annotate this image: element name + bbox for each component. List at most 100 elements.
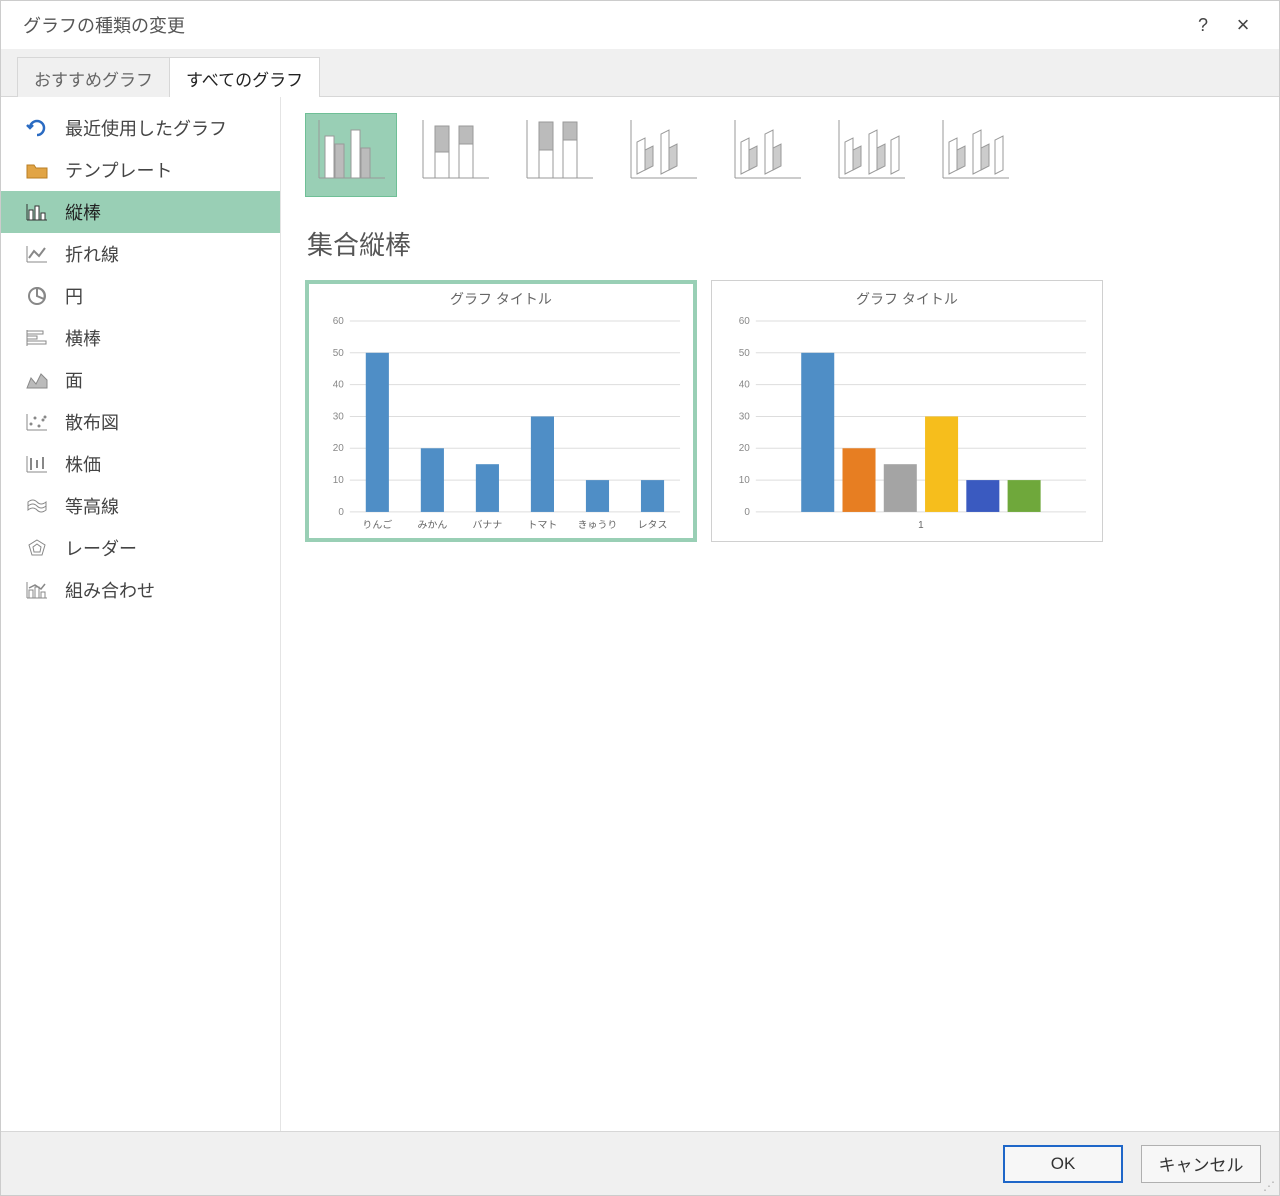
preview-title: グラフ タイトル (722, 289, 1092, 309)
svg-text:50: 50 (333, 348, 345, 359)
preview-title: グラフ タイトル (316, 289, 686, 309)
svg-text:40: 40 (739, 380, 751, 391)
area-icon (23, 366, 51, 394)
help-button[interactable]: ? (1183, 5, 1223, 45)
subtype-stacked-column[interactable] (409, 113, 501, 197)
subtype-thumb-icon (625, 116, 701, 188)
sidebar-item-label: 横棒 (65, 325, 101, 351)
svg-text:40: 40 (333, 380, 345, 391)
sidebar-item-recent[interactable]: 最近使用したグラフ (1, 107, 280, 149)
subtype-percent-stacked-column-3d[interactable] (825, 113, 917, 197)
subtype-stacked-column-3d[interactable] (721, 113, 813, 197)
subtype-clustered-column[interactable] (305, 113, 397, 197)
svg-text:10: 10 (739, 475, 751, 486)
ok-label: OK (1051, 1154, 1076, 1174)
svg-text:りんご: りんご (362, 518, 392, 531)
svg-text:バナナ: バナナ (472, 519, 502, 531)
preview-chart: 0 10 20 30 40 50 60 りんご みかん バナナ トマト きゅうり レタス (316, 313, 686, 536)
subtype-thumb-icon (417, 116, 493, 188)
folder-icon (23, 156, 51, 184)
sidebar-item-surface[interactable]: 等高線 (1, 485, 280, 527)
tabs: おすすめグラフ すべてのグラフ (1, 49, 1279, 97)
svg-text:20: 20 (739, 443, 751, 454)
line-icon (23, 240, 51, 268)
svg-text:きゅうり: きゅうり (578, 519, 618, 531)
svg-text:0: 0 (744, 507, 750, 518)
preview-row: グラフ タイトル0102030405060りんごみかんバナナトマトきゅうりレタス… (305, 280, 1255, 542)
svg-text:レタス: レタス (638, 519, 668, 531)
chart-category-sidebar: 最近使用したグラフテンプレート縦棒折れ線円横棒面散布図株価等高線レーダー組み合わ… (1, 97, 281, 1131)
sidebar-item-pie[interactable]: 円 (1, 275, 280, 317)
sidebar-item-label: レーダー (65, 535, 137, 561)
ok-button[interactable]: OK (1003, 1145, 1123, 1183)
sidebar-item-stock[interactable]: 株価 (1, 443, 280, 485)
sidebar-item-label: テンプレート (65, 157, 172, 183)
sidebar-item-label: 散布図 (65, 409, 119, 435)
sidebar-item-label: 等高線 (65, 493, 119, 519)
scatter-icon (23, 408, 51, 436)
subtype-thumbnails (305, 113, 1255, 197)
tab-label: おすすめグラフ (34, 71, 153, 90)
subtype-thumb-icon (937, 116, 1013, 188)
close-button[interactable]: × (1223, 5, 1263, 45)
svg-text:30: 30 (333, 411, 345, 422)
subtype-thumb-icon (521, 116, 597, 188)
chart-preview-0[interactable]: グラフ タイトル 0 10 20 30 40 50 60 りんご みかん バナナ トマト きゅうり レタス (305, 280, 697, 542)
bar-icon (23, 324, 51, 352)
sidebar-item-line[interactable]: 折れ線 (1, 233, 280, 275)
sidebar-item-bar[interactable]: 横棒 (1, 317, 280, 359)
subtype-thumb-icon (729, 116, 805, 188)
resize-grip-icon[interactable]: ⋰ (1263, 1179, 1277, 1193)
tab-recommended[interactable]: おすすめグラフ (17, 57, 170, 97)
tab-label: すべてのグラフ (186, 71, 303, 90)
svg-text:1: 1 (918, 520, 924, 531)
cancel-label: キャンセル (1159, 1151, 1244, 1176)
dialog-footer: OK キャンセル ⋰ (1, 1131, 1279, 1195)
sidebar-item-label: 最近使用したグラフ (65, 115, 227, 141)
svg-text:0: 0 (338, 507, 344, 518)
stock-icon (23, 450, 51, 478)
svg-text:60: 60 (333, 316, 345, 327)
undo-icon (23, 114, 51, 142)
svg-text:60: 60 (739, 316, 751, 327)
sidebar-item-area[interactable]: 面 (1, 359, 280, 401)
svg-text:50: 50 (739, 348, 751, 359)
svg-text:トマト: トマト (528, 520, 558, 531)
svg-text:20: 20 (333, 443, 345, 454)
chart-subtype-panel: 集合縦棒 グラフ タイトル0102030405060りんごみかんバナナトマトきゅ… (281, 97, 1279, 1131)
svg-text:10: 10 (333, 475, 345, 486)
window-title: グラフの種類の変更 (23, 12, 185, 38)
sidebar-item-templates[interactable]: テンプレート (1, 149, 280, 191)
close-icon: × (1237, 12, 1250, 38)
titlebar: グラフの種類の変更 ? × (1, 1, 1279, 49)
svg-text:みかん: みかん (417, 519, 447, 531)
sidebar-item-label: 縦棒 (65, 199, 101, 225)
cancel-button[interactable]: キャンセル (1141, 1145, 1261, 1183)
sidebar-item-label: 折れ線 (65, 241, 119, 267)
subtype-column-3d[interactable] (929, 113, 1021, 197)
sidebar-item-label: 株価 (65, 451, 101, 477)
tab-all-charts[interactable]: すべてのグラフ (169, 57, 320, 97)
subtype-clustered-column-3d[interactable] (617, 113, 709, 197)
sidebar-item-combo[interactable]: 組み合わせ (1, 569, 280, 611)
radar-icon (23, 534, 51, 562)
subtype-thumb-icon (313, 116, 389, 188)
column-icon (23, 198, 51, 226)
sidebar-item-radar[interactable]: レーダー (1, 527, 280, 569)
help-icon: ? (1198, 15, 1208, 36)
subtype-thumb-icon (833, 116, 909, 188)
surface-icon (23, 492, 51, 520)
change-chart-type-dialog: グラフの種類の変更 ? × おすすめグラフ すべてのグラフ 最近使用したグラフテ… (0, 0, 1280, 1196)
sidebar-item-label: 面 (65, 367, 83, 393)
sidebar-item-column[interactable]: 縦棒 (1, 191, 280, 233)
chart-preview-1[interactable]: グラフ タイトル 0 10 20 30 40 50 60 1 (711, 280, 1103, 542)
dialog-body: 最近使用したグラフテンプレート縦棒折れ線円横棒面散布図株価等高線レーダー組み合わ… (1, 97, 1279, 1131)
sidebar-item-label: 組み合わせ (65, 577, 155, 603)
subtype-heading: 集合縦棒 (307, 225, 1255, 262)
svg-text:30: 30 (739, 411, 751, 422)
combo-icon (23, 576, 51, 604)
subtype-percent-stacked-column[interactable] (513, 113, 605, 197)
preview-chart: 0 10 20 30 40 50 60 1 (722, 313, 1092, 536)
sidebar-item-scatter[interactable]: 散布図 (1, 401, 280, 443)
sidebar-item-label: 円 (65, 283, 83, 309)
